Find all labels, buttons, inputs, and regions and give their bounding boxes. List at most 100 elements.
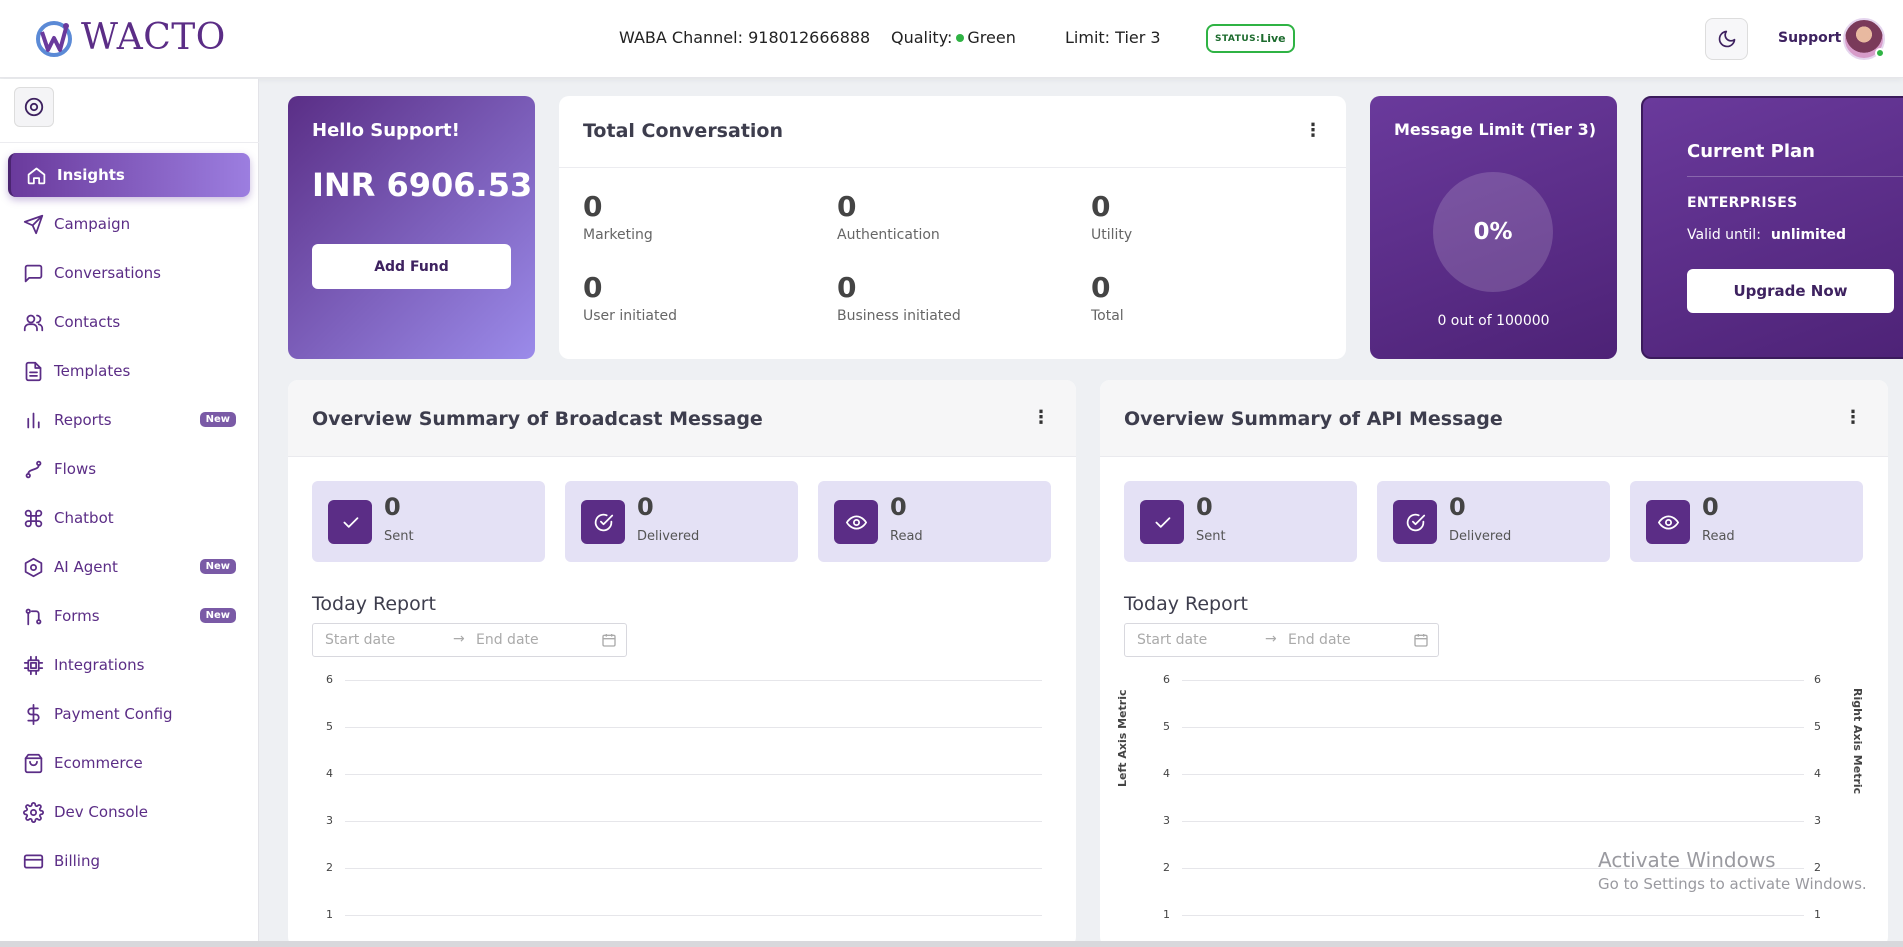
sidebar-item-label: Contacts bbox=[54, 313, 121, 331]
stat-value: 0 bbox=[837, 271, 857, 304]
stat-label: Total bbox=[1091, 308, 1124, 324]
y2-tick-label: 6 bbox=[1814, 673, 1821, 686]
stat-label: User initiated bbox=[583, 308, 677, 324]
home-icon bbox=[25, 164, 47, 186]
waba-channel-label: WABA Channel: bbox=[619, 28, 743, 47]
more-options-icon[interactable]: ⋮ bbox=[1304, 122, 1322, 140]
right-axis-title: Right Axis Metric bbox=[1851, 688, 1864, 795]
current-plan-card: Current Plan ENTERPRISES Valid until: unl… bbox=[1641, 96, 1903, 359]
left-axis-title: Left Axis Metric bbox=[1116, 689, 1129, 787]
sidebar-item-label: Flows bbox=[54, 460, 97, 478]
moon-icon bbox=[1718, 30, 1735, 48]
y2-tick-label: 4 bbox=[1814, 767, 1821, 780]
card-title: Current Plan bbox=[1687, 141, 1815, 162]
sidebar-item-reports[interactable]: Reports New bbox=[8, 398, 250, 442]
valid-value: unlimited bbox=[1770, 227, 1847, 243]
calendar-icon[interactable] bbox=[1413, 632, 1429, 648]
arrow-right-icon: → bbox=[1265, 631, 1277, 647]
sidebar-item-contacts[interactable]: Contacts bbox=[8, 300, 250, 344]
read-card: 0 Read bbox=[818, 481, 1051, 562]
chip-icon bbox=[22, 654, 44, 676]
count-label: Read bbox=[1702, 529, 1735, 544]
theme-toggle-button[interactable] bbox=[1705, 18, 1748, 60]
sidebar-item-dev-console[interactable]: Dev Console bbox=[8, 790, 250, 834]
sidebar-item-billing[interactable]: Billing bbox=[8, 839, 250, 883]
sidebar-item-campaign[interactable]: Campaign bbox=[8, 202, 250, 246]
brand-logo[interactable]: WACTO bbox=[33, 16, 226, 58]
activate-windows-title: Activate Windows bbox=[1598, 848, 1776, 872]
eye-icon bbox=[1646, 500, 1690, 544]
sidebar-item-label: Billing bbox=[54, 852, 100, 870]
grid-line bbox=[345, 915, 1042, 916]
count-label: Sent bbox=[1196, 529, 1226, 544]
sidebar-item-forms[interactable]: Forms New bbox=[8, 594, 250, 638]
stat-value: 0 bbox=[583, 271, 603, 304]
upgrade-now-button[interactable]: Upgrade Now bbox=[1687, 269, 1894, 313]
grid-line bbox=[345, 868, 1042, 869]
end-date-input[interactable]: End date bbox=[476, 632, 539, 648]
sidebar-item-label: Forms bbox=[54, 607, 100, 625]
count-label: Delivered bbox=[637, 529, 700, 544]
more-options-icon[interactable]: ⋮ bbox=[1844, 409, 1862, 427]
y2-tick-label: 2 bbox=[1814, 861, 1821, 874]
divider bbox=[1687, 176, 1903, 177]
sidebar-item-label: Integrations bbox=[54, 656, 145, 674]
new-badge: New bbox=[199, 608, 236, 623]
dollar-icon bbox=[22, 703, 44, 725]
stat-utility: 0 Utility bbox=[1091, 190, 1132, 243]
new-badge: New bbox=[199, 559, 236, 574]
stat-value: 0 bbox=[1091, 271, 1111, 304]
end-date-input[interactable]: End date bbox=[1288, 632, 1351, 648]
command-icon bbox=[22, 507, 44, 529]
sidebar-item-ai-agent[interactable]: AI Agent New bbox=[8, 545, 250, 589]
card-title: Message Limit (Tier 3) bbox=[1394, 120, 1597, 139]
sidebar-item-templates[interactable]: Templates bbox=[8, 349, 250, 393]
user-name[interactable]: Support bbox=[1778, 30, 1841, 46]
count-value: 0 bbox=[1196, 493, 1213, 521]
sidebar-item-label: Ecommerce bbox=[54, 754, 143, 772]
stat-label: Marketing bbox=[583, 227, 653, 243]
y-tick-label: 5 bbox=[326, 720, 333, 733]
online-status-dot bbox=[1875, 48, 1885, 58]
shopping-bag-icon bbox=[22, 752, 44, 774]
sidebar-item-label: Chatbot bbox=[54, 509, 114, 527]
git-icon bbox=[22, 605, 44, 627]
sidebar-item-chatbot[interactable]: Chatbot bbox=[8, 496, 250, 540]
plan-validity: Valid until: unlimited bbox=[1687, 227, 1846, 243]
check-icon bbox=[328, 500, 372, 544]
sidebar-collapse-button[interactable] bbox=[14, 87, 54, 127]
read-card: 0 Read bbox=[1630, 481, 1863, 562]
sent-card: 0 Sent bbox=[1124, 481, 1357, 562]
broadcast-summary-panel: Overview Summary of Broadcast Message ⋮ … bbox=[288, 380, 1076, 947]
start-date-input[interactable]: Start date bbox=[1137, 632, 1207, 648]
gear-icon bbox=[22, 801, 44, 823]
valid-label: Valid until: bbox=[1687, 227, 1761, 243]
sidebar-item-flows[interactable]: Flows bbox=[8, 447, 250, 491]
activate-windows-subtitle: Go to Settings to activate Windows. bbox=[1598, 875, 1867, 893]
new-badge: New bbox=[199, 412, 236, 427]
add-fund-button[interactable]: Add Fund bbox=[312, 244, 511, 289]
brand-name: WACTO bbox=[81, 16, 226, 58]
y-tick-label: 4 bbox=[1163, 767, 1170, 780]
date-range-picker[interactable]: Start date → End date bbox=[312, 623, 627, 657]
total-conversation-card: Total Conversation ⋮ 0 Marketing 0 Authent… bbox=[559, 96, 1346, 359]
sidebar-item-conversations[interactable]: Conversations bbox=[8, 251, 250, 295]
file-icon bbox=[22, 360, 44, 382]
today-report-title: Today Report bbox=[1124, 593, 1248, 615]
sidebar-item-integrations[interactable]: Integrations bbox=[8, 643, 250, 687]
sidebar-item-insights[interactable]: Insights bbox=[8, 153, 250, 197]
y-tick-label: 5 bbox=[1163, 720, 1170, 733]
credit-card-icon bbox=[22, 850, 44, 872]
y-tick-label: 1 bbox=[1163, 908, 1170, 921]
more-options-icon[interactable]: ⋮ bbox=[1032, 409, 1050, 427]
start-date-input[interactable]: Start date bbox=[325, 632, 395, 648]
calendar-icon[interactable] bbox=[601, 632, 617, 648]
date-range-picker[interactable]: Start date → End date bbox=[1124, 623, 1439, 657]
y-tick-label: 3 bbox=[326, 814, 333, 827]
limit-value: Tier 3 bbox=[1115, 28, 1161, 47]
count-value: 0 bbox=[1449, 493, 1466, 521]
bar-chart-icon bbox=[22, 409, 44, 431]
sidebar-item-ecommerce[interactable]: Ecommerce bbox=[8, 741, 250, 785]
grid-line bbox=[1182, 680, 1804, 681]
sidebar-item-payment-config[interactable]: Payment Config bbox=[8, 692, 250, 736]
